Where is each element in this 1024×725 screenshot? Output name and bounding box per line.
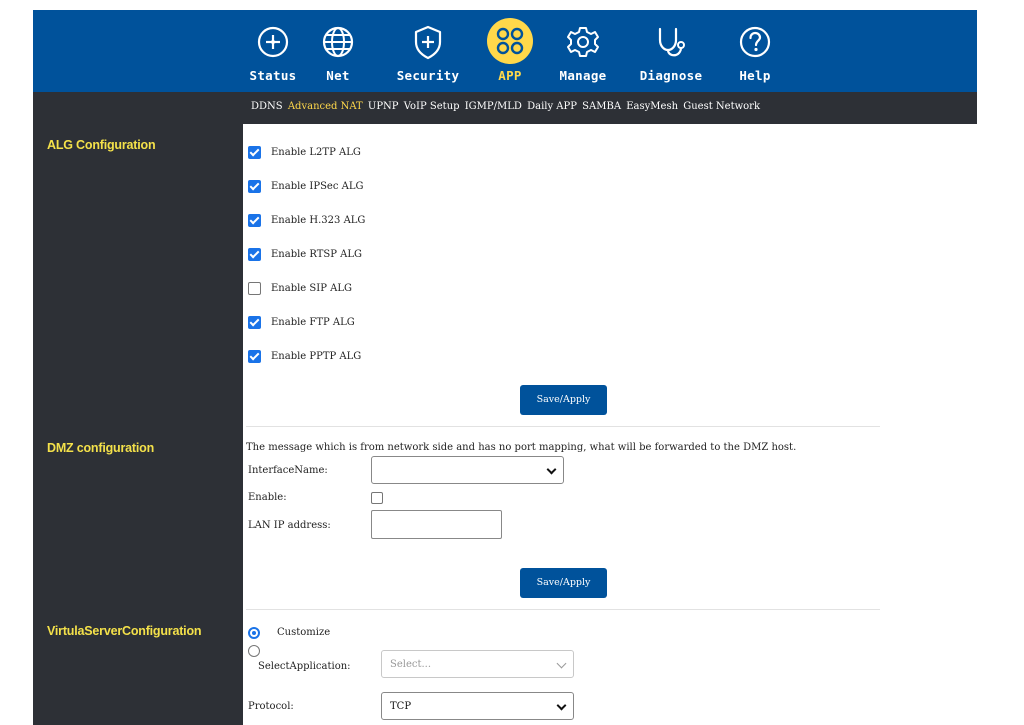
protocol-select[interactable]: TCP [381, 692, 574, 720]
sub-navigation: DDNS Advanced NAT UPNP VoIP Setup IGMP/M… [243, 92, 977, 124]
nav-status[interactable]: Status [238, 10, 308, 92]
interface-name-select[interactable] [371, 456, 564, 484]
section-title-dmz: DMZ configuration [47, 441, 155, 455]
subnav-item-easymesh[interactable]: EasyMesh [626, 101, 678, 112]
lan-ip-address-label: LAN IP address: [248, 520, 331, 531]
nav-label: Help [739, 68, 771, 83]
protocol-label: Protocol: [248, 701, 294, 712]
lan-ip-address-input[interactable] [371, 510, 502, 539]
section-divider [246, 426, 880, 427]
section-title-virtual-server: VirtulaServerConfiguration [47, 624, 202, 638]
interface-name-label: InterfaceName: [248, 465, 328, 476]
nav-label: Security [396, 68, 460, 83]
l2tp-alg-label: Enable L2TP ALG [271, 147, 361, 158]
apps-icon [487, 18, 533, 64]
dmz-save-apply-button[interactable]: Save/Apply [520, 568, 607, 598]
h323-alg-checkbox[interactable] [248, 214, 261, 227]
pptp-alg-checkbox[interactable] [248, 350, 261, 363]
subnav-item-voip-setup[interactable]: VoIP Setup [404, 101, 460, 112]
ftp-alg-label: Enable FTP ALG [271, 317, 355, 328]
subnav-item-upnp[interactable]: UPNP [368, 101, 399, 112]
nav-label: Net [326, 68, 350, 83]
sip-alg-checkbox[interactable] [248, 282, 261, 295]
gear-icon [563, 22, 603, 62]
rtsp-alg-label: Enable RTSP ALG [271, 249, 363, 260]
dmz-enable-label: Enable: [248, 492, 287, 503]
ftp-alg-checkbox[interactable] [248, 316, 261, 329]
nav-label: APP [498, 68, 522, 83]
sip-alg-label: Enable SIP ALG [271, 283, 352, 294]
dmz-enable-checkbox[interactable] [371, 492, 383, 504]
stethoscope-icon [651, 22, 691, 62]
select-application-label: SelectApplication: [258, 661, 351, 672]
nav-help[interactable]: Help [730, 10, 780, 92]
subnav-item-samba[interactable]: SAMBA [582, 101, 621, 112]
ipsec-alg-label: Enable IPSec ALG [271, 181, 364, 192]
nav-label: Diagnose [639, 68, 703, 83]
subnav-item-igmp-mld[interactable]: IGMP/MLD [465, 101, 522, 112]
chevron-down-icon [556, 700, 567, 711]
router-admin-page: Status Net Security APP Manage Diagnose … [33, 10, 977, 725]
nav-diagnose[interactable]: Diagnose [631, 10, 711, 92]
nav-label: Manage [559, 68, 607, 83]
protocol-value: TCP [390, 701, 412, 712]
help-circle-icon [735, 22, 775, 62]
sidebar: ALG Configuration DMZ configuration Virt… [33, 92, 243, 725]
section-divider [246, 609, 880, 610]
subnav-item-guest-network[interactable]: Guest Network [683, 101, 760, 112]
crosshair-icon [253, 22, 293, 62]
pptp-alg-label: Enable PPTP ALG [271, 351, 362, 362]
nav-net[interactable]: Net [318, 10, 358, 92]
customize-label: Customize [277, 627, 331, 638]
select-application-placeholder: Select... [390, 659, 432, 670]
chevron-down-icon [546, 464, 557, 475]
alg-save-apply-button[interactable]: Save/Apply [520, 385, 607, 415]
rtsp-alg-checkbox[interactable] [248, 248, 261, 261]
select-application-radio[interactable] [248, 645, 260, 657]
top-navigation: Status Net Security APP Manage Diagnose … [33, 10, 977, 92]
nav-manage[interactable]: Manage [553, 10, 613, 92]
globe-icon [318, 22, 358, 62]
subnav-item-ddns[interactable]: DDNS [251, 101, 283, 112]
section-title-alg: ALG Configuration [47, 138, 156, 152]
l2tp-alg-checkbox[interactable] [248, 146, 261, 159]
ipsec-alg-checkbox[interactable] [248, 180, 261, 193]
subnav-item-daily-app[interactable]: Daily APP [527, 101, 577, 112]
nav-security[interactable]: Security [383, 10, 473, 92]
nav-app[interactable]: APP [485, 10, 535, 92]
chevron-down-icon [556, 658, 567, 669]
nav-label: Status [249, 68, 297, 83]
customize-radio[interactable] [248, 627, 260, 639]
subnav-item-advanced-nat[interactable]: Advanced NAT [288, 101, 363, 112]
shield-plus-icon [408, 22, 448, 62]
dmz-description: The message which is from network side a… [246, 442, 797, 453]
main-content: Enable L2TP ALG Enable IPSec ALG Enable … [243, 124, 977, 725]
select-application-select[interactable]: Select... [381, 650, 574, 678]
h323-alg-label: Enable H.323 ALG [271, 215, 366, 226]
